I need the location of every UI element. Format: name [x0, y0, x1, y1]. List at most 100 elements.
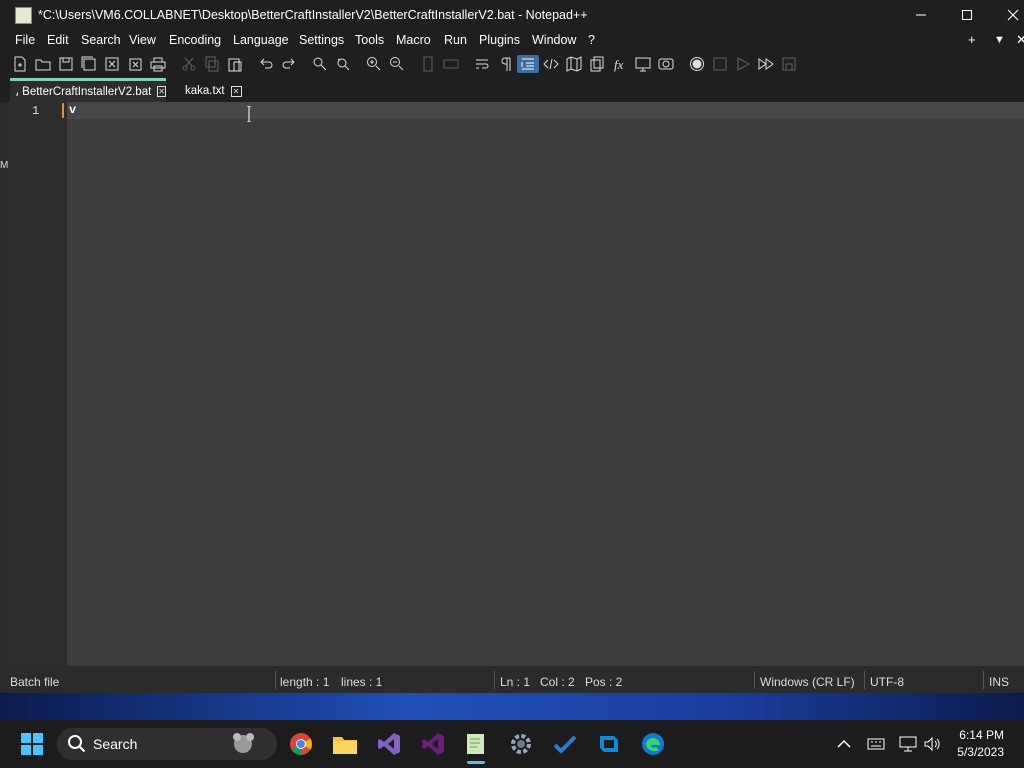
- status-col: Col : 2: [540, 675, 575, 689]
- menu-window[interactable]: Window: [532, 33, 576, 47]
- minimize-button[interactable]: [898, 0, 944, 30]
- menu-search[interactable]: Search: [81, 33, 121, 47]
- close-document-button[interactable]: ✕: [1016, 32, 1024, 48]
- new-tab-plus-button[interactable]: +: [968, 32, 976, 47]
- visual-studio-icon[interactable]: [419, 730, 447, 758]
- zoom-in-icon[interactable]: [365, 55, 383, 73]
- clock-date[interactable]: 5/3/2023: [957, 745, 1004, 759]
- menu-file[interactable]: File: [15, 33, 35, 47]
- menu-macro[interactable]: Macro: [396, 33, 431, 47]
- tab-kaka-txt[interactable]: kaka.txt ✕: [185, 80, 242, 102]
- new-file-icon[interactable]: [11, 55, 29, 73]
- keyboard-icon[interactable]: [862, 730, 890, 758]
- sync-vertical-icon[interactable]: [419, 55, 437, 73]
- code-line[interactable]: v: [69, 103, 76, 117]
- tab-bettercraftinstallerv2[interactable]: BetterCraftInstallerV2.bat ✕: [10, 78, 166, 102]
- run-macro-multiple-icon[interactable]: [757, 55, 775, 73]
- status-divider: [494, 671, 495, 689]
- tab-bar: BetterCraftInstallerV2.bat ✕ kaka.txt ✕: [0, 78, 1024, 102]
- tab-label: kaka.txt: [185, 85, 225, 97]
- edge-icon[interactable]: [639, 730, 667, 758]
- copy-icon[interactable]: [203, 55, 221, 73]
- visual-studio-preview-icon[interactable]: [375, 730, 403, 758]
- status-ln: Ln : 1: [500, 675, 531, 689]
- menu-tools[interactable]: Tools: [355, 33, 384, 47]
- menu-help[interactable]: ?: [588, 33, 595, 47]
- status-divider: [983, 671, 984, 689]
- redo-icon[interactable]: [280, 55, 298, 73]
- status-language: Batch file: [10, 675, 60, 689]
- todo-icon[interactable]: [551, 730, 579, 758]
- chrome-icon[interactable]: [287, 730, 315, 758]
- current-line-highlight: [67, 102, 1024, 119]
- taskbar-search-box[interactable]: Search: [57, 728, 277, 760]
- status-insert-mode: INS: [989, 675, 1010, 689]
- document-list-icon[interactable]: [588, 55, 606, 73]
- file-explorer-icon[interactable]: [331, 730, 359, 758]
- azure-data-studio-icon[interactable]: [595, 730, 623, 758]
- menu-edit[interactable]: Edit: [47, 33, 69, 47]
- search-highlight-icon: [233, 733, 254, 753]
- menu-settings[interactable]: Settings: [299, 33, 344, 47]
- undo-icon[interactable]: [257, 55, 275, 73]
- open-file-icon[interactable]: [34, 55, 52, 73]
- svg-text:fx: fx: [614, 57, 624, 72]
- replace-icon[interactable]: [334, 55, 352, 73]
- maximize-button[interactable]: [944, 0, 990, 30]
- notepadpp-window: *C:\Users\VM6.COLLABNET\Desktop\BetterCr…: [0, 0, 1024, 693]
- find-icon[interactable]: [311, 55, 329, 73]
- editor-area[interactable]: 1 v: [10, 102, 1024, 666]
- window-title: *C:\Users\VM6.COLLABNET\Desktop\BetterCr…: [38, 8, 588, 22]
- save-macro-icon[interactable]: [780, 55, 798, 73]
- play-macro-icon[interactable]: [734, 55, 752, 73]
- tab-label: BetterCraftInstallerV2.bat: [22, 85, 152, 98]
- zoom-out-icon[interactable]: [388, 55, 406, 73]
- menu-plugins[interactable]: Plugins: [479, 33, 520, 47]
- clock-time[interactable]: 6:14 PM: [959, 728, 1004, 742]
- indent-guide-icon[interactable]: [517, 55, 539, 73]
- desktop-wallpaper: [0, 693, 1024, 720]
- menu-encoding[interactable]: Encoding: [169, 33, 221, 47]
- cut-icon[interactable]: [180, 55, 198, 73]
- print-icon[interactable]: [149, 55, 167, 73]
- toolbar: fx: [0, 52, 1024, 78]
- save-icon[interactable]: [57, 55, 75, 73]
- status-lines: lines : 1: [341, 675, 383, 689]
- word-wrap-icon[interactable]: [473, 55, 491, 73]
- change-marker: [62, 103, 64, 118]
- save-all-icon[interactable]: [80, 55, 98, 73]
- settings-icon[interactable]: [507, 730, 535, 758]
- sync-horizontal-icon[interactable]: [442, 55, 460, 73]
- tab-list-dropdown-button[interactable]: ▼: [994, 34, 1005, 46]
- start-icon[interactable]: [18, 730, 46, 758]
- xml-tag-icon[interactable]: [542, 55, 560, 73]
- line-number-gutter[interactable]: 1: [10, 102, 67, 666]
- taskbar: Search 6:14 PM 5/3/2023: [0, 720, 1024, 768]
- show-all-characters-icon[interactable]: [496, 55, 514, 73]
- volume-icon[interactable]: [918, 730, 946, 758]
- status-pos: Pos : 2: [585, 675, 623, 689]
- stop-macro-icon[interactable]: [711, 55, 729, 73]
- title-bar[interactable]: *C:\Users\VM6.COLLABNET\Desktop\BetterCr…: [0, 0, 1024, 30]
- close-icon[interactable]: [103, 55, 121, 73]
- monitoring-icon[interactable]: [657, 55, 675, 73]
- menu-language[interactable]: Language: [233, 33, 289, 47]
- menu-run[interactable]: Run: [444, 33, 467, 47]
- close-all-icon[interactable]: [126, 55, 144, 73]
- function-list-icon[interactable]: fx: [611, 55, 629, 73]
- document-map-icon[interactable]: [565, 55, 583, 73]
- search-icon: [68, 735, 86, 753]
- close-button[interactable]: [990, 0, 1024, 30]
- chevron-up-icon[interactable]: [830, 730, 858, 758]
- notepadpp-app-icon[interactable]: [15, 7, 32, 24]
- record-macro-icon[interactable]: [688, 55, 706, 73]
- menu-view[interactable]: View: [129, 33, 156, 47]
- tab-close-icon[interactable]: ✕: [230, 85, 242, 97]
- folder-workspace-icon[interactable]: [634, 55, 652, 73]
- paste-icon[interactable]: [226, 55, 244, 73]
- modified-pencil-icon: [16, 91, 19, 96]
- tab-close-icon[interactable]: ✕: [157, 86, 166, 97]
- minimize-icon: [916, 14, 926, 16]
- notepad-plus-plus-icon[interactable]: [462, 730, 490, 764]
- status-length: length : 1: [280, 675, 330, 689]
